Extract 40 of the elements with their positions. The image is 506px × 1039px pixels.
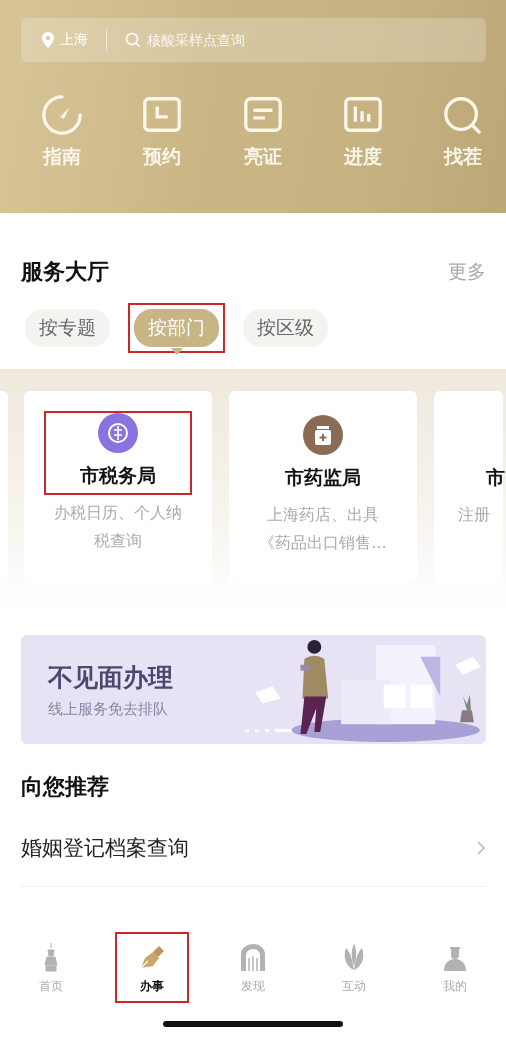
more-link[interactable]: 更多 — [448, 259, 486, 285]
city-label: 上海 — [60, 31, 88, 49]
tab-pointer — [170, 348, 183, 355]
search-icon[interactable] — [442, 94, 484, 136]
department-name: 市税务局 — [80, 463, 156, 488]
search-bar[interactable]: 上海 核酸采样点查询 — [21, 18, 486, 62]
category-tab[interactable]: 按部门 — [134, 309, 219, 347]
search-field[interactable]: 核酸采样点查询 — [147, 32, 468, 48]
tab-bar-item[interactable]: 发现 — [217, 934, 288, 1001]
tab-bar-item[interactable]: 互动 — [319, 934, 390, 1001]
category-tab[interactable]: 按区级 — [243, 309, 328, 347]
tab-bar-item[interactable]: 我的 — [420, 934, 491, 1001]
department-card[interactable]: 市药监局 上海药店、出具《药品出口销售... — [229, 391, 417, 583]
shortcut-label[interactable]: 找茬 — [444, 144, 482, 170]
section-title: 服务大厅 — [21, 258, 109, 286]
service-list-item[interactable]: 婚姻登记档案查询 — [21, 828, 486, 868]
department-description: 注册 — [458, 504, 490, 526]
department-name: 市药监局 — [285, 465, 361, 490]
shortcut-label[interactable]: 进度 — [343, 144, 382, 170]
banner-subtitle: 线上服务免去排队 — [48, 699, 169, 719]
shortcut-label[interactable]: 预约 — [143, 144, 182, 170]
section-title: 向您推荐 — [21, 773, 110, 801]
chevron-right-icon — [476, 840, 486, 856]
department-description: 办税日历、个人纳税查询 — [53, 502, 183, 552]
medicine-jar-icon — [303, 415, 343, 455]
tax-emblem-icon — [98, 413, 138, 453]
banner-title: 不见面办理 — [48, 661, 173, 694]
gauge-icon[interactable] — [41, 94, 83, 136]
department-description: 上海药店、出具《药品出口销售... — [258, 504, 388, 554]
department-card[interactable]: 市税务局 办税日历、个人纳税查询 — [24, 391, 212, 583]
department-name: 市 — [486, 465, 505, 490]
shortcut-label[interactable]: 指南 — [43, 144, 81, 170]
promo-banner[interactable]: 不见面办理 线上服务免去排队 — [21, 635, 486, 744]
shortcut-label[interactable]: 亮证 — [243, 144, 282, 170]
tab-bar-item[interactable]: 办事 — [116, 934, 187, 1001]
category-tab[interactable]: 按专题 — [25, 309, 110, 347]
department-card[interactable]: 市 注册 — [434, 391, 503, 583]
location-pin-icon — [42, 32, 54, 48]
search-icon — [125, 32, 141, 48]
tab-bar-item[interactable]: 首页 — [15, 934, 86, 1001]
